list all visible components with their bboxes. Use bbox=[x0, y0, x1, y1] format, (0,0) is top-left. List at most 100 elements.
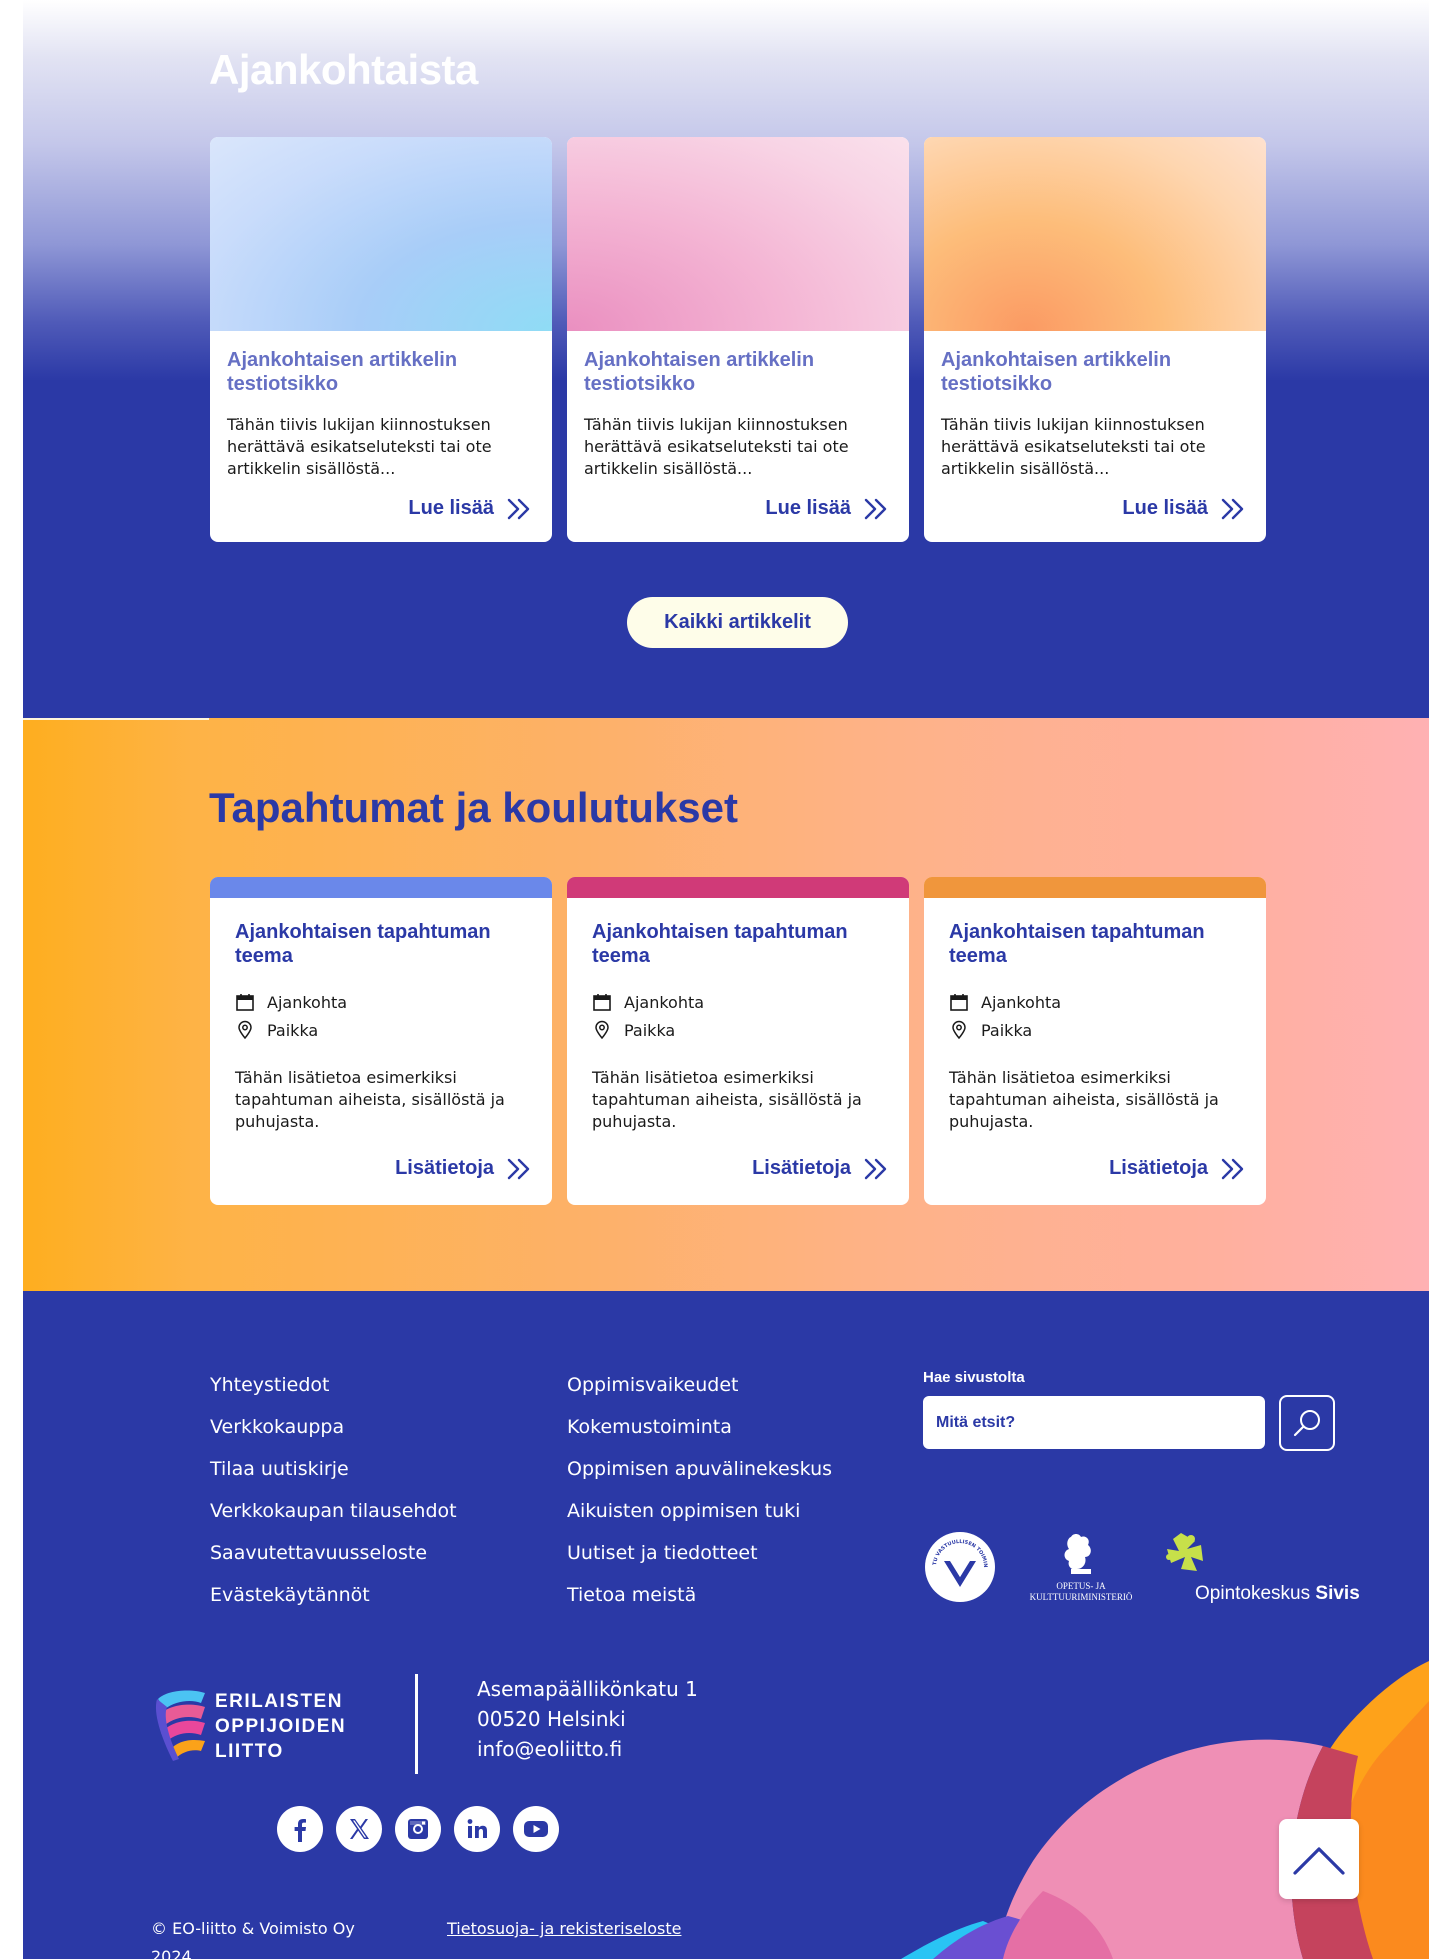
event-card-color-bar bbox=[567, 877, 909, 898]
svg-text:Opintokeskus Sivis: Opintokeskus Sivis bbox=[1195, 1583, 1360, 1604]
footer-link-uutiskirje[interactable]: Tilaa uutiskirje bbox=[210, 1448, 457, 1490]
linkedin-icon bbox=[467, 1819, 487, 1838]
footer-link-uutiset[interactable]: Uutiset ja tiedotteet bbox=[567, 1532, 832, 1574]
vastuullinen-badge-logo: TUETTU VASTUULLISEN TOIMINNAN bbox=[924, 1531, 995, 1602]
read-more-label: Lue lisää bbox=[1122, 497, 1208, 519]
news-section: Ajankohtaista Ajankohtaisen artikkelin t… bbox=[23, 0, 1429, 718]
footer-link-tietoa-meista[interactable]: Tietoa meistä bbox=[567, 1574, 832, 1616]
event-card-title[interactable]: Ajankohtaisen tapahtuman teema bbox=[235, 920, 525, 968]
address-city: 00520 Helsinki bbox=[477, 1707, 626, 1731]
news-card[interactable]: Ajankohtaisen artikkelin testiotsikko Tä… bbox=[924, 137, 1266, 542]
more-info-link[interactable]: Lisätietoja bbox=[395, 1157, 532, 1180]
news-card-image bbox=[210, 137, 552, 331]
instagram-link[interactable] bbox=[395, 1806, 441, 1852]
event-date-label: Ajankohta bbox=[267, 992, 348, 1012]
facebook-link[interactable] bbox=[277, 1806, 323, 1852]
news-card-image bbox=[924, 137, 1266, 331]
x-icon bbox=[350, 1819, 369, 1839]
event-place: Paikka bbox=[592, 1020, 675, 1040]
news-card-excerpt: Tähän tiivis lukijan kiinnostuksen herät… bbox=[941, 415, 1206, 478]
news-heading: Ajankohtaista bbox=[209, 46, 478, 93]
footer-link-saavutettavuus[interactable]: Saavutettavuusseloste bbox=[210, 1532, 457, 1574]
calendar-icon bbox=[950, 994, 968, 1011]
location-pin-icon bbox=[952, 1020, 966, 1040]
footer-link-evasteet[interactable]: Evästekäytännöt bbox=[210, 1574, 457, 1616]
footer-link-yhteystiedot[interactable]: Yhteystiedot bbox=[210, 1364, 457, 1406]
read-more-link[interactable]: Lue lisää bbox=[765, 497, 889, 520]
event-card-title[interactable]: Ajankohtaisen tapahtuman teema bbox=[592, 920, 882, 968]
footer-link-oppimisvaikeudet[interactable]: Oppimisvaikeudet bbox=[567, 1364, 832, 1406]
event-date: Ajankohta bbox=[592, 992, 704, 1012]
more-info-link[interactable]: Lisätietoja bbox=[1109, 1157, 1246, 1180]
news-card[interactable]: Ajankohtaisen artikkelin testiotsikko Tä… bbox=[210, 137, 552, 542]
all-articles-button[interactable]: Kaikki artikkelit bbox=[627, 597, 848, 648]
page: Ajankohtaista Ajankohtaisen artikkelin t… bbox=[23, 0, 1429, 1959]
logo-text-line-3: LIITTO bbox=[215, 1741, 284, 1762]
location-pin-icon bbox=[238, 1020, 252, 1040]
double-chevron-right-icon bbox=[864, 498, 887, 519]
footer-link-verkkokauppa[interactable]: Verkkokauppa bbox=[210, 1406, 457, 1448]
read-more-link[interactable]: Lue lisää bbox=[1122, 497, 1246, 520]
more-info-link[interactable]: Lisätietoja bbox=[752, 1157, 889, 1180]
search-label: Hae sivustolta bbox=[923, 1369, 1025, 1386]
chevron-up-icon bbox=[1293, 1847, 1345, 1875]
instagram-icon bbox=[408, 1819, 428, 1839]
footer-link-apuvalinekeskus[interactable]: Oppimisen apuvälinekeskus bbox=[567, 1448, 832, 1490]
footer-links-column-1: Yhteystiedot Verkkokauppa Tilaa uutiskir… bbox=[210, 1364, 457, 1616]
event-card[interactable]: Ajankohtaisen tapahtuman teema Ajankohta… bbox=[210, 877, 552, 1205]
logo-text-line-1: ERILAISTEN bbox=[215, 1691, 343, 1712]
social-links bbox=[277, 1806, 559, 1852]
svg-text:KULTTUURIMINISTERIÖ: KULTTUURIMINISTERIÖ bbox=[1030, 1592, 1133, 1602]
more-info-label: Lisätietoja bbox=[395, 1157, 494, 1179]
event-place-label: Paikka bbox=[981, 1020, 1033, 1040]
event-card-description: Tähän lisätietoa esimerkiksi tapahtuman … bbox=[949, 1068, 1219, 1131]
double-chevron-right-icon bbox=[1221, 1158, 1244, 1179]
footer-link-tilausehdot[interactable]: Verkkokaupan tilausehdot bbox=[210, 1490, 457, 1532]
news-card-excerpt: Tähän tiivis lukijan kiinnostuksen herät… bbox=[227, 415, 492, 478]
address-street: Asemapäällikönkatu 1 bbox=[477, 1677, 698, 1701]
news-card[interactable]: Ajankohtaisen artikkelin testiotsikko Tä… bbox=[567, 137, 909, 542]
x-link[interactable] bbox=[336, 1806, 382, 1852]
footer-link-kokemustoiminta[interactable]: Kokemustoiminta bbox=[567, 1406, 832, 1448]
linkedin-link[interactable] bbox=[454, 1806, 500, 1852]
section-divider bbox=[23, 718, 209, 720]
event-place: Paikka bbox=[949, 1020, 1032, 1040]
event-card[interactable]: Ajankohtaisen tapahtuman teema Ajankohta… bbox=[924, 877, 1266, 1205]
eo-liitto-logo[interactable]: ERILAISTEN OPPIJOIDEN LIITTO bbox=[153, 1689, 373, 1779]
read-more-label: Lue lisää bbox=[765, 497, 851, 519]
event-date-label: Ajankohta bbox=[981, 992, 1062, 1012]
event-date: Ajankohta bbox=[949, 992, 1061, 1012]
contact-address: Asemapäällikönkatu 1 00520 Helsinki info… bbox=[477, 1674, 698, 1764]
footer-link-aikuisten-tuki[interactable]: Aikuisten oppimisen tuki bbox=[567, 1490, 832, 1532]
event-card-color-bar bbox=[210, 877, 552, 898]
event-date: Ajankohta bbox=[235, 992, 347, 1012]
back-to-top-button[interactable] bbox=[1279, 1819, 1359, 1899]
news-card-excerpt: Tähän tiivis lukijan kiinnostuksen herät… bbox=[584, 415, 849, 478]
opintokeskus-sivis-logo: Opintokeskus Sivis bbox=[1166, 1533, 1360, 1604]
news-card-title[interactable]: Ajankohtaisen artikkelin testiotsikko bbox=[584, 348, 884, 396]
more-info-label: Lisätietoja bbox=[752, 1157, 851, 1179]
search-input[interactable]: Mitä etsit? bbox=[923, 1396, 1265, 1449]
event-card[interactable]: Ajankohtaisen tapahtuman teema Ajankohta… bbox=[567, 877, 909, 1205]
news-card-title[interactable]: Ajankohtaisen artikkelin testiotsikko bbox=[227, 348, 527, 396]
youtube-icon bbox=[524, 1821, 548, 1837]
events-section: Tapahtumat ja koulutukset Ajankohtaisen … bbox=[23, 718, 1429, 1291]
address-email[interactable]: info@eoliitto.fi bbox=[477, 1734, 698, 1764]
youtube-link[interactable] bbox=[513, 1806, 559, 1852]
news-card-title[interactable]: Ajankohtaisen artikkelin testiotsikko bbox=[941, 348, 1241, 396]
more-info-label: Lisätietoja bbox=[1109, 1157, 1208, 1179]
svg-text:OPETUS- JA: OPETUS- JA bbox=[1056, 1581, 1106, 1591]
event-date-label: Ajankohta bbox=[624, 992, 705, 1012]
events-heading: Tapahtumat ja koulutukset bbox=[209, 784, 738, 831]
footer: Yhteystiedot Verkkokauppa Tilaa uutiskir… bbox=[23, 1291, 1429, 1959]
logo-text-line-2: OPPIJOIDEN bbox=[215, 1716, 347, 1737]
read-more-link[interactable]: Lue lisää bbox=[408, 497, 532, 520]
event-card-description: Tähän lisätietoa esimerkiksi tapahtuman … bbox=[592, 1068, 862, 1131]
privacy-policy-link[interactable]: Tietosuoja- ja rekisteriseloste bbox=[447, 1915, 681, 1943]
facebook-icon bbox=[294, 1819, 306, 1842]
double-chevron-right-icon bbox=[864, 1158, 887, 1179]
event-card-color-bar bbox=[924, 877, 1266, 898]
copyright-text: © EO-liitto & Voimisto Oy 2024 bbox=[151, 1919, 355, 1959]
search-button[interactable] bbox=[1279, 1395, 1335, 1451]
event-card-title[interactable]: Ajankohtaisen tapahtuman teema bbox=[949, 920, 1239, 968]
